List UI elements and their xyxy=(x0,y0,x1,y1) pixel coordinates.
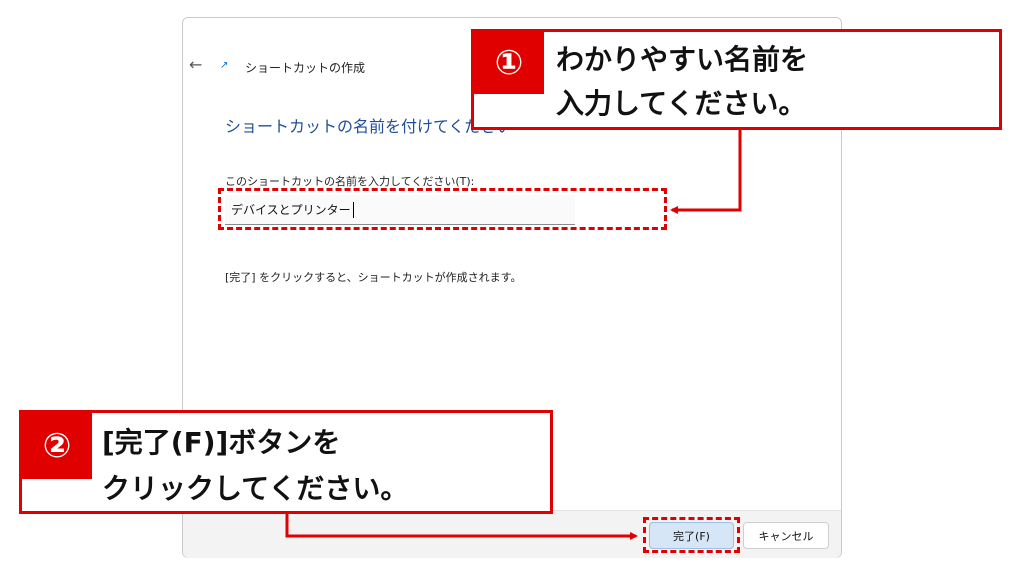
callout-name-instruction: ① わかりやすい名前を 入力してください。 xyxy=(471,29,1002,130)
callout-2-line2: クリックしてください。 xyxy=(102,472,409,505)
callout-1-line2: 入力してください。 xyxy=(556,87,807,120)
callout-1-number: ① xyxy=(474,32,544,94)
callout-finish-instruction: ② [完了(F)]ボタンを クリックしてください。 xyxy=(19,410,553,514)
callout-2-line1: [完了(F)]ボタンを xyxy=(102,426,341,459)
callout-2-number: ② xyxy=(22,413,92,479)
callout-1-connector xyxy=(670,130,742,214)
callout-2-connector xyxy=(285,514,638,540)
callout-1-line1: わかりやすい名前を xyxy=(556,43,809,76)
